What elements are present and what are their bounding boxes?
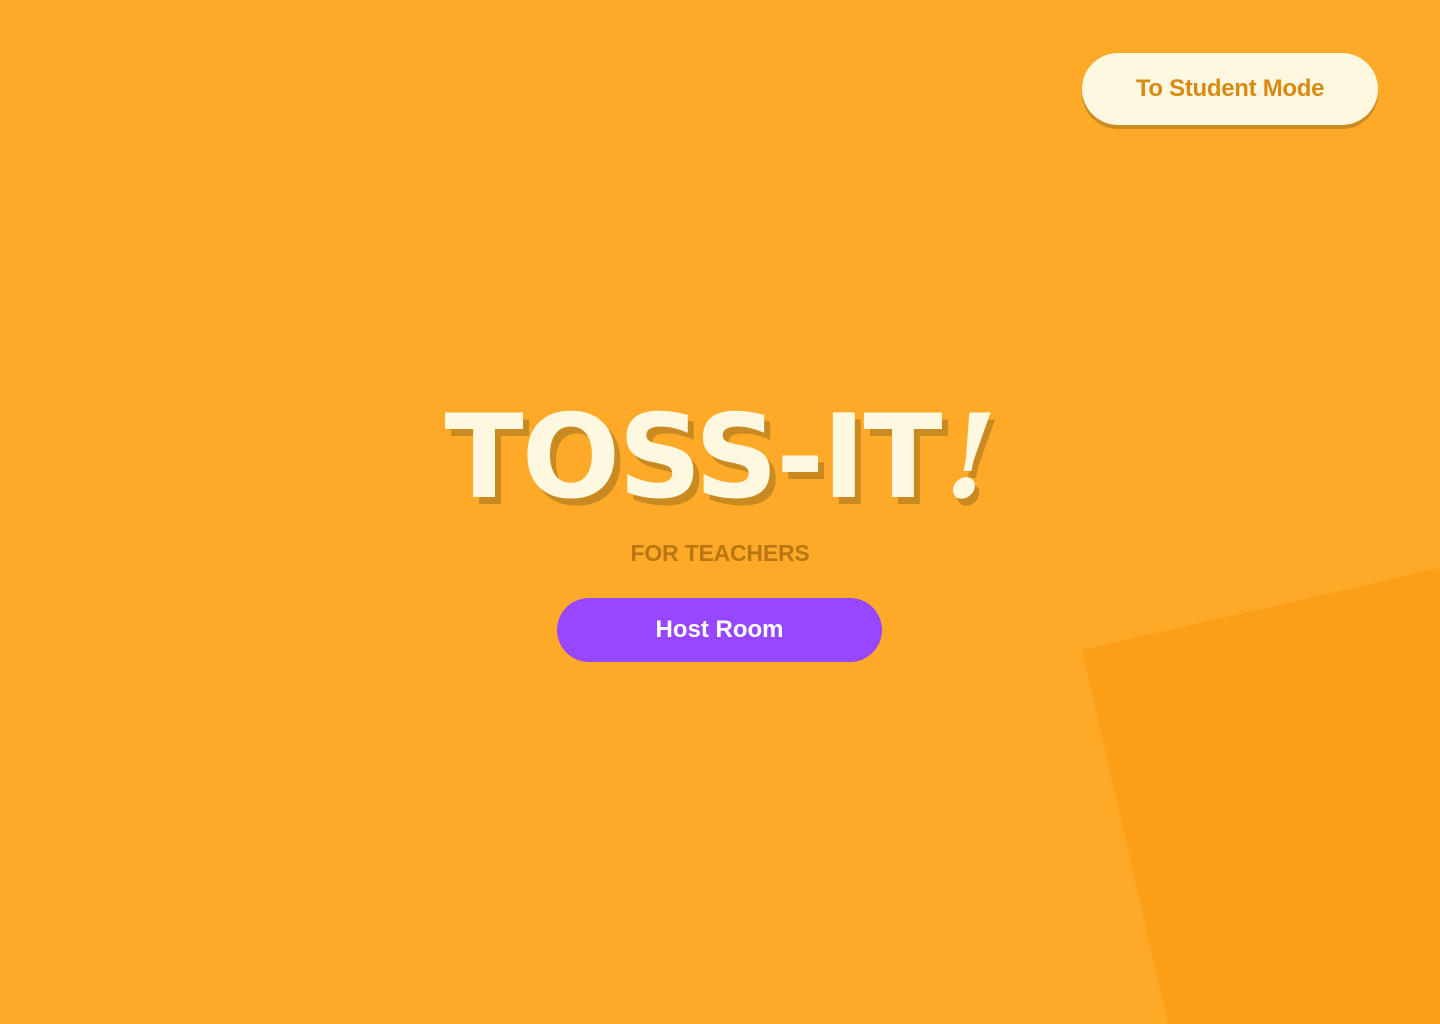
to-student-mode-button[interactable]: To Student Mode — [1082, 53, 1378, 125]
app-logo: TOSS-IT! — [444, 389, 1010, 525]
hero-section: TOSS-IT! — [0, 389, 1440, 525]
app-title: TOSS-IT — [444, 390, 943, 525]
app-title-exclamation: ! — [930, 389, 1010, 525]
host-room-button[interactable]: Host Room — [557, 598, 882, 662]
page-subtitle: FOR TEACHERS — [630, 540, 810, 566]
